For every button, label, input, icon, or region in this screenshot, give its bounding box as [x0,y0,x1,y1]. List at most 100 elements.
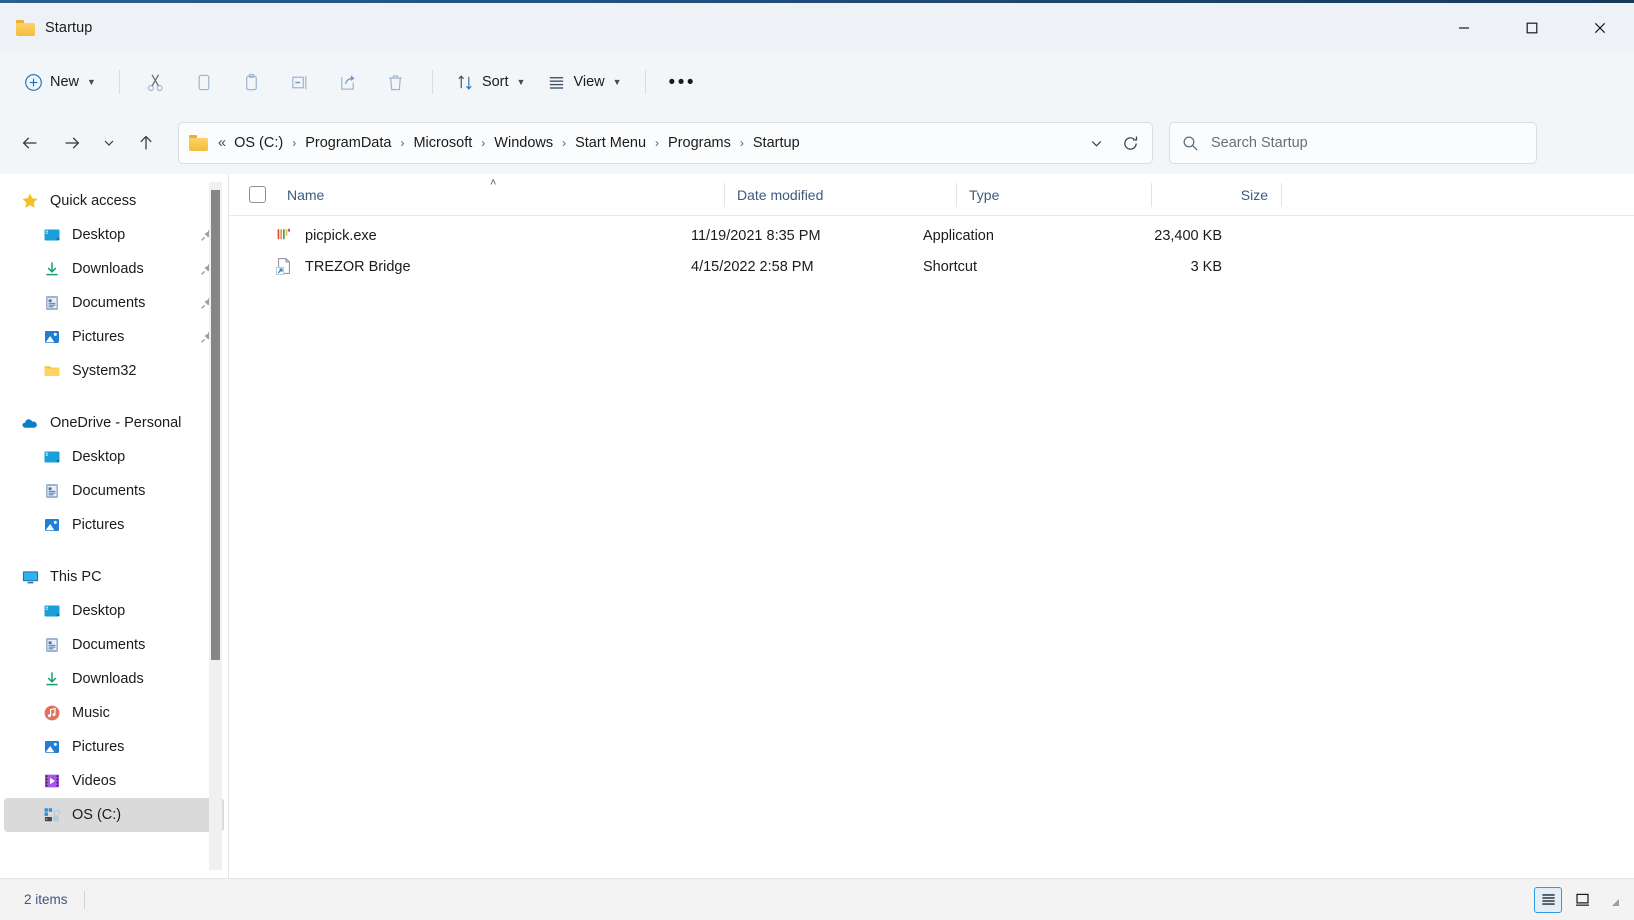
title-bar-left: Startup [0,20,92,36]
breadcrumb-item-0[interactable]: OS (C:) [228,131,289,155]
list-lines-icon [547,73,566,92]
breadcrumb-item-2[interactable]: Microsoft [407,131,478,155]
share-button[interactable] [325,63,371,101]
back-button[interactable] [10,124,50,162]
sidebar-item-desktop[interactable]: Desktop [4,218,224,252]
sort-icon [456,73,475,92]
sidebar-label: This PC [50,569,102,585]
chevron-down-icon: ▼ [517,77,526,87]
sidebar-label: Desktop [72,449,125,465]
sidebar-item-onedrive-documents[interactable]: Documents [4,474,224,508]
large-icons-view-icon [1574,891,1591,908]
paste-button[interactable] [229,63,275,101]
close-button[interactable] [1566,2,1634,54]
desktop-icon [42,225,62,245]
sidebar-item-pictures[interactable]: Pictures [4,320,224,354]
sidebar-item-pc-music[interactable]: Music [4,696,224,730]
address-dropdown-button[interactable] [1080,127,1112,159]
address-bar-actions [1080,127,1146,159]
sort-button[interactable]: Sort ▼ [446,63,536,101]
sidebar-item-onedrive-desktop[interactable]: Desktop [4,440,224,474]
status-divider [84,891,85,909]
star-icon [20,191,40,211]
chevron-down-icon [1089,136,1104,151]
sidebar-item-quick-access[interactable]: Quick access [4,184,224,218]
recent-locations-button[interactable] [94,124,124,162]
view-button[interactable]: View ▼ [537,63,631,101]
maximize-button[interactable] [1498,2,1566,54]
breadcrumb-item-3[interactable]: Windows [488,131,559,155]
column-header-name[interactable]: Name ˄ [275,174,725,216]
sidebar-item-system32[interactable]: System32 [4,354,224,388]
download-icon [42,669,62,689]
breadcrumb-separator[interactable]: › [652,136,662,150]
sidebar-item-pc-downloads[interactable]: Downloads [4,662,224,696]
table-row[interactable]: TREZOR Bridge 4/15/2022 2:58 PM Shortcut… [229,251,1634,282]
breadcrumb-item-5[interactable]: Programs [662,131,737,155]
breadcrumb-separator[interactable]: › [289,136,299,150]
address-bar[interactable]: « OS (C:) › ProgramData › Microsoft › Wi… [178,122,1153,164]
search-box[interactable]: Search Startup [1169,122,1537,164]
sidebar-item-pc-pictures[interactable]: Pictures [4,730,224,764]
pictures-icon [42,515,62,535]
sidebar-item-onedrive[interactable]: OneDrive - Personal [4,406,224,440]
documents-icon [42,293,62,313]
sidebar-item-documents[interactable]: Documents [4,286,224,320]
up-arrow-icon [136,133,156,153]
up-button[interactable] [126,124,166,162]
column-header-date-modified[interactable]: Date modified [725,174,957,216]
file-name-label: TREZOR Bridge [305,259,411,275]
select-all-checkbox[interactable] [249,186,275,203]
copy-button[interactable] [181,63,227,101]
file-name-cell[interactable]: picpick.exe [229,220,679,251]
refresh-button[interactable] [1114,127,1146,159]
breadcrumb-item-6[interactable]: Startup [747,131,806,155]
sidebar-label: Documents [72,637,145,653]
column-header-size[interactable]: Size [1152,174,1282,216]
scissors-icon [145,72,166,93]
sidebar-label: Documents [72,483,145,499]
sidebar-item-onedrive-pictures[interactable]: Pictures [4,508,224,542]
breadcrumb-item-4[interactable]: Start Menu [569,131,652,155]
breadcrumb-item-1[interactable]: ProgramData [299,131,397,155]
cut-button[interactable] [133,63,179,101]
rename-button[interactable] [277,63,323,101]
breadcrumb: OS (C:) › ProgramData › Microsoft › Wind… [228,131,1080,155]
search-input[interactable]: Search Startup [1211,135,1308,151]
sort-ascending-icon: ˄ [490,177,496,189]
breadcrumb-separator[interactable]: › [478,136,488,150]
minimize-button[interactable] [1430,2,1498,54]
sidebar-scrollbar[interactable] [209,182,222,870]
forward-button[interactable] [52,124,92,162]
sidebar-scrollbar-thumb[interactable] [211,190,220,660]
resize-grip[interactable] [1608,894,1620,906]
refresh-icon [1122,135,1139,152]
sidebar-item-pc-desktop[interactable]: Desktop [4,594,224,628]
sidebar-item-this-pc[interactable]: This PC [4,560,224,594]
breadcrumb-separator[interactable]: › [559,136,569,150]
navigation-pane: Quick access Desktop Downloads [0,174,228,878]
more-options-label: ••• [669,73,696,92]
sidebar-item-downloads[interactable]: Downloads [4,252,224,286]
breadcrumb-overflow[interactable]: « [216,135,228,151]
pictures-icon [42,327,62,347]
sidebar-label: Desktop [72,603,125,619]
large-icons-view-button[interactable] [1568,887,1596,913]
table-row[interactable]: picpick.exe 11/19/2021 8:35 PM Applicati… [229,220,1634,251]
column-header-type[interactable]: Type [957,174,1152,216]
breadcrumb-separator[interactable]: › [737,136,747,150]
delete-button[interactable] [373,63,419,101]
sidebar-item-os-c[interactable]: OS (C:) [4,798,224,832]
breadcrumb-separator[interactable]: › [397,136,407,150]
file-name-cell[interactable]: TREZOR Bridge [229,251,679,282]
status-bar: 2 items [0,878,1634,920]
checkbox-icon [249,186,266,203]
sidebar-item-pc-videos[interactable]: Videos [4,764,224,798]
more-options-button[interactable]: ••• [659,63,706,101]
toolbar-divider-3 [645,70,646,94]
details-view-button[interactable] [1534,887,1562,913]
sidebar-item-pc-documents[interactable]: Documents [4,628,224,662]
new-button[interactable]: New ▼ [14,63,106,101]
title-bar: Startup [0,0,1634,52]
file-size-cell: 3 KB [1106,251,1236,282]
